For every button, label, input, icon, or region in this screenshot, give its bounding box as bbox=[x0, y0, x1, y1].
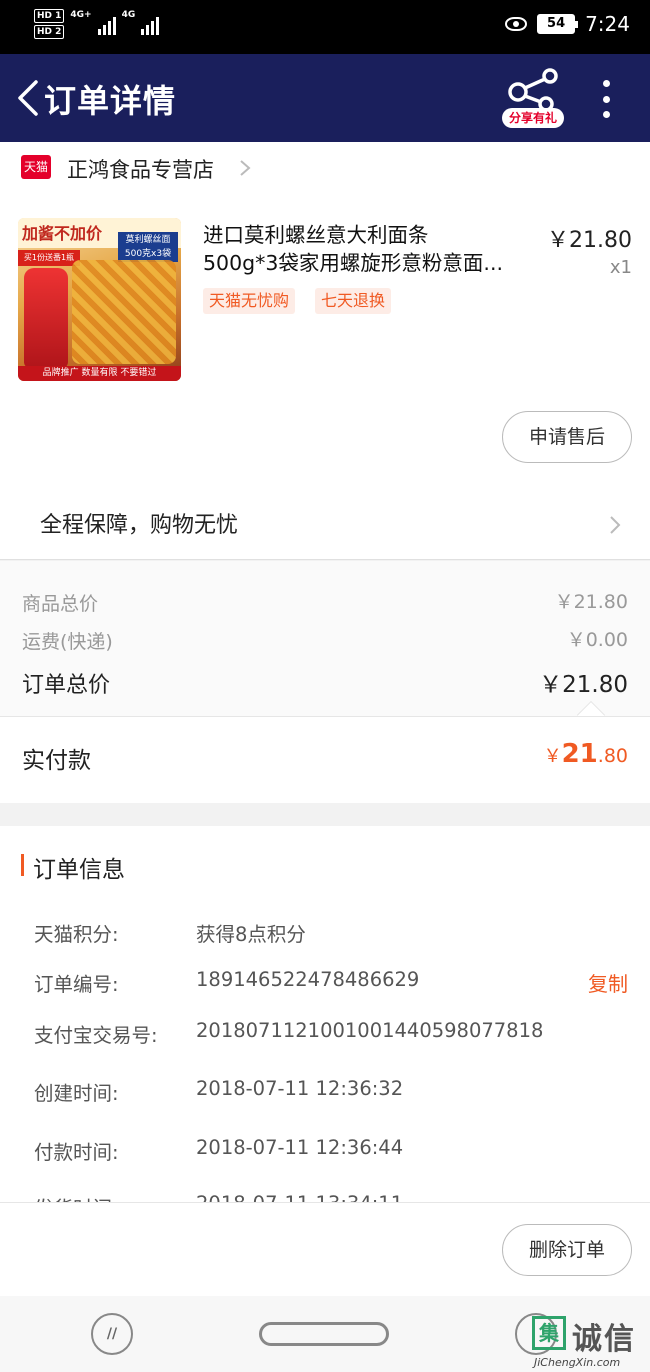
chevron-right-icon bbox=[610, 516, 621, 534]
alipay-trade-no-value: 2018071121001001440598077818 bbox=[196, 1019, 544, 1042]
copy-order-number-button[interactable]: 复制 bbox=[588, 968, 628, 997]
signal-icon-2 bbox=[141, 15, 160, 35]
paid-time-value: 2018-07-11 12:36:44 bbox=[196, 1136, 404, 1159]
store-name: 正鸿食品专营店 bbox=[67, 158, 214, 182]
app-header: 订单详情 分享有礼 bbox=[0, 54, 650, 142]
product-image-tag: 莫利螺丝面 500克x3袋 bbox=[118, 232, 178, 262]
order-number-label: 订单编号: bbox=[34, 973, 119, 996]
guarantee-text: 全程保障，购物无忧 bbox=[40, 513, 239, 538]
share-reward-badge: 分享有礼 bbox=[502, 108, 564, 128]
eye-icon bbox=[505, 17, 528, 31]
network-type-2: 4G bbox=[121, 10, 136, 20]
page-title: 订单详情 bbox=[44, 82, 177, 120]
pasta-bag-graphic bbox=[72, 260, 176, 364]
watermark-logo: 集 诚信 JiChengXin.com bbox=[530, 1310, 650, 1372]
order-total-label: 订单总价 bbox=[22, 673, 111, 698]
created-time-value: 2018-07-11 12:36:32 bbox=[196, 1077, 404, 1100]
shipped-time-label: 发货时间: bbox=[34, 1192, 119, 1202]
service-tag-worry-free: 天猫无忧购 bbox=[203, 288, 296, 314]
amount-paid-value: ￥21.80 bbox=[543, 739, 628, 769]
signal-icon bbox=[97, 15, 116, 35]
status-bar: HD 1 HD 2 4G+ 4G 54 7:24 bbox=[0, 0, 650, 54]
shipping-value: ￥0.00 bbox=[566, 629, 628, 651]
points-value: 获得8点积分 bbox=[196, 923, 306, 946]
product-image-footer: 品牌推广 数量有限 不要错过 bbox=[18, 366, 181, 381]
amount-paid-label: 实付款 bbox=[22, 748, 91, 774]
share-icon bbox=[508, 68, 558, 112]
hd1-badge: HD 1 bbox=[34, 9, 65, 23]
points-label: 天猫积分: bbox=[34, 923, 119, 946]
share-button[interactable]: 分享有礼 bbox=[500, 68, 566, 130]
product-title[interactable]: 进口莫利螺丝意大利面条 500g*3袋家用螺旋形意粉意面... bbox=[203, 221, 533, 277]
product-quantity: x1 bbox=[609, 257, 632, 278]
order-total-value: ￥21.80 bbox=[539, 672, 628, 698]
apply-after-sale-button[interactable]: 申请售后 bbox=[502, 411, 632, 463]
guarantee-row[interactable]: 全程保障，购物无忧 bbox=[0, 491, 650, 559]
delete-order-button[interactable]: 删除订单 bbox=[502, 1224, 632, 1276]
alipay-trade-no-label: 支付宝交易号: bbox=[34, 1024, 158, 1047]
clock: 7:24 bbox=[585, 12, 630, 36]
chevron-right-icon bbox=[240, 160, 251, 176]
price-summary: 商品总价 ￥21.80 运费(快递) ￥0.00 订单总价 ￥21.80 bbox=[0, 561, 650, 730]
section-accent-bar bbox=[21, 854, 24, 876]
hd2-badge: HD 2 bbox=[34, 25, 65, 39]
service-tag-seven-day-return: 七天退换 bbox=[315, 288, 392, 314]
sauce-bottle-graphic bbox=[24, 268, 68, 368]
paid-time-label: 付款时间: bbox=[34, 1141, 119, 1164]
product-image[interactable]: 加酱不加价 莫利螺丝面 500克x3袋 买1份送番1瓶 品牌推广 数量有限 不要… bbox=[18, 218, 181, 381]
order-number-value: 189146522478486629 bbox=[196, 968, 420, 991]
product-image-slogan: 加酱不加价 bbox=[22, 224, 103, 243]
network-type-1: 4G+ bbox=[70, 10, 92, 20]
product-price: ￥21.80 bbox=[547, 228, 632, 253]
goods-total-value: ￥21.80 bbox=[554, 591, 628, 613]
order-info-title: 订单信息 bbox=[33, 857, 125, 883]
goods-total-label: 商品总价 bbox=[22, 593, 99, 615]
nav-home-pill[interactable] bbox=[259, 1322, 389, 1346]
back-arrow-icon[interactable] bbox=[16, 80, 46, 116]
product-image-gift-label: 买1份送番1瓶 bbox=[18, 250, 80, 266]
battery-icon: 54 bbox=[537, 14, 579, 34]
store-row[interactable]: 天猫 正鸿食品专营店 bbox=[0, 142, 650, 194]
tmall-store-icon: 天猫 bbox=[21, 155, 51, 179]
system-nav-bar: // 集 诚信 JiChengXin.com bbox=[0, 1296, 650, 1372]
bottom-action-bar: 删除订单 bbox=[0, 1202, 650, 1296]
order-info-card: 订单信息 天猫积分: 获得8点积分 订单编号: 1891465224784866… bbox=[0, 826, 650, 1202]
more-options-icon[interactable] bbox=[596, 80, 616, 118]
amount-paid-row: 实付款 ￥21.80 bbox=[0, 716, 650, 803]
created-time-label: 创建时间: bbox=[34, 1082, 119, 1105]
nav-back-icon[interactable]: // bbox=[91, 1313, 133, 1355]
shipping-label: 运费(快递) bbox=[22, 631, 113, 653]
shipped-time-value: 2018-07-11 13:34:11 bbox=[196, 1192, 403, 1202]
order-item-card: 天猫 正鸿食品专营店 加酱不加价 莫利螺丝面 500克x3袋 买1份送番1瓶 品… bbox=[0, 142, 650, 560]
